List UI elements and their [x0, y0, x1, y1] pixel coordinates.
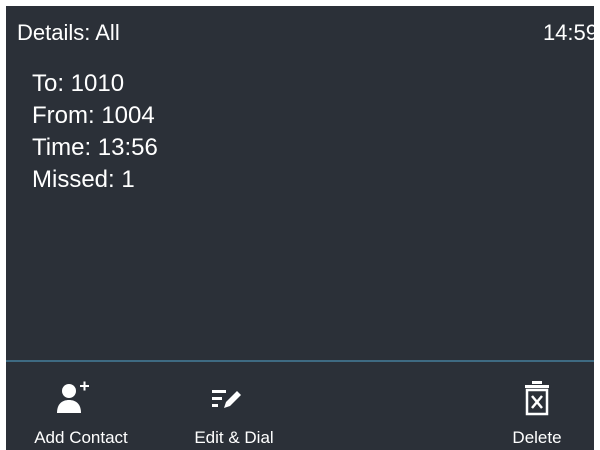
edit-dial-label: Edit & Dial [194, 428, 274, 447]
add-contact-button[interactable]: Add Contact [6, 362, 156, 450]
header: Details: All 14:59 [6, 6, 594, 54]
detail-time: Time: 13:56 [32, 134, 158, 161]
clock: 14:59 [542, 20, 594, 45]
detail-missed: Missed: 1 [32, 166, 135, 193]
edit-icon [212, 390, 241, 408]
trash-icon [525, 381, 549, 416]
delete-label: Delete [512, 428, 562, 447]
softkey-bar: Add Contact Edit & Dial Delete [6, 360, 594, 450]
detail-from: From: 1004 [32, 102, 155, 129]
page-title: Details: All [17, 20, 120, 45]
detail-to: To: 1010 [32, 70, 125, 97]
phone-screen: Details: All 14:59 To: 1010 From: 1004 T… [0, 0, 600, 450]
edit-dial-button[interactable]: Edit & Dial [174, 362, 294, 450]
call-details: To: 1010 From: 1004 Time: 13:56 Missed: … [32, 68, 158, 196]
call-details-panel: Details: All 14:59 To: 1010 From: 1004 T… [6, 6, 594, 450]
delete-button[interactable]: Delete [482, 362, 592, 450]
add-contact-icon [57, 381, 89, 413]
add-contact-label: Add Contact [34, 428, 128, 447]
